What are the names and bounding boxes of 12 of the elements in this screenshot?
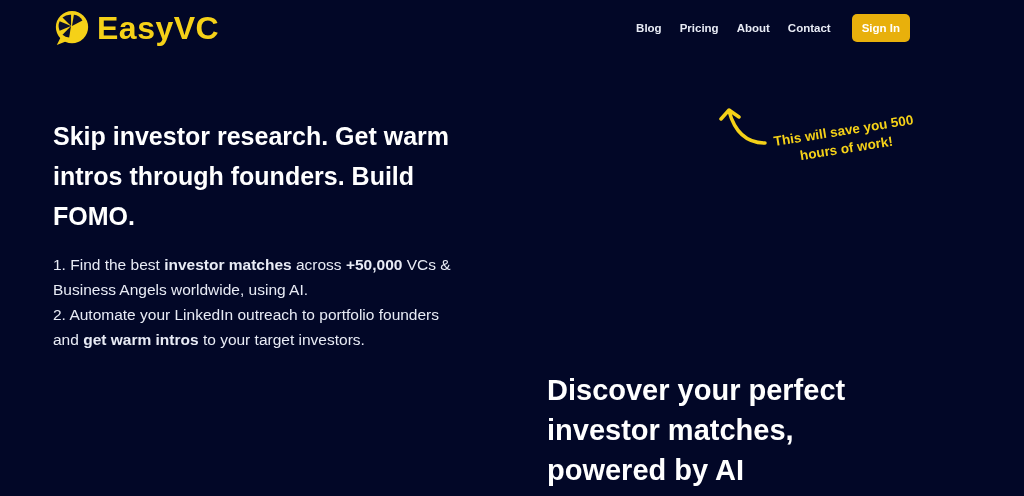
lemon-logo-icon — [53, 9, 91, 47]
curved-arrow-icon — [717, 107, 767, 147]
section-heading: Discover your perfect investor matches, powered by AI — [547, 373, 847, 488]
nav-link[interactable]: Pricing — [679, 22, 719, 34]
nav-link[interactable]: Blog — [636, 22, 662, 34]
nav-link[interactable]: Contact — [787, 22, 831, 34]
feature-point: 1. Find the best investor matches across +50,000 VCs & Business Angels worldwide, using AI. — [53, 255, 452, 300]
callout-text: This will save you 500 hours of work! — [771, 111, 916, 166]
hero-headline: Skip investor research. Get warm intros through founders. Build FOMO. — [53, 121, 450, 232]
feature-point: 2. Automate your LinkedIn outreach to portfolio founders and get warm intros to your target investors. — [53, 305, 441, 350]
brand-name[interactable]: EasyVC — [97, 9, 220, 47]
nav-link[interactable]: About — [736, 22, 770, 34]
